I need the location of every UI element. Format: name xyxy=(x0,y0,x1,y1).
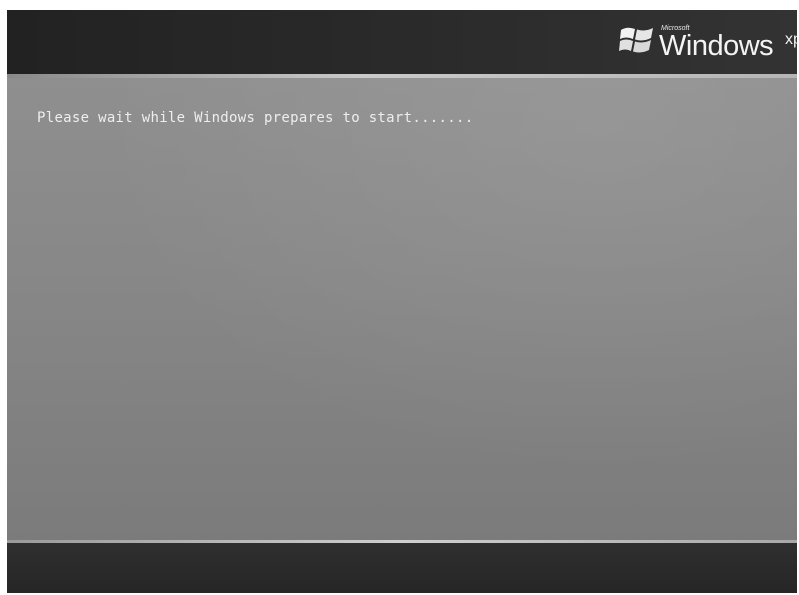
bottom-footer-band xyxy=(7,543,797,593)
boot-screen: Microsoft Windows xp Please wait while W… xyxy=(7,10,797,593)
brand-edition-label: xp xyxy=(785,31,797,48)
brand-product-name: Windows xyxy=(659,30,774,62)
windows-xp-logo: Microsoft Windows xp xyxy=(617,20,797,66)
main-panel xyxy=(7,78,797,540)
windows-flag-icon xyxy=(619,27,653,53)
status-message: Please wait while Windows prepares to st… xyxy=(37,110,474,126)
top-header-band: Microsoft Windows xp xyxy=(7,10,797,74)
